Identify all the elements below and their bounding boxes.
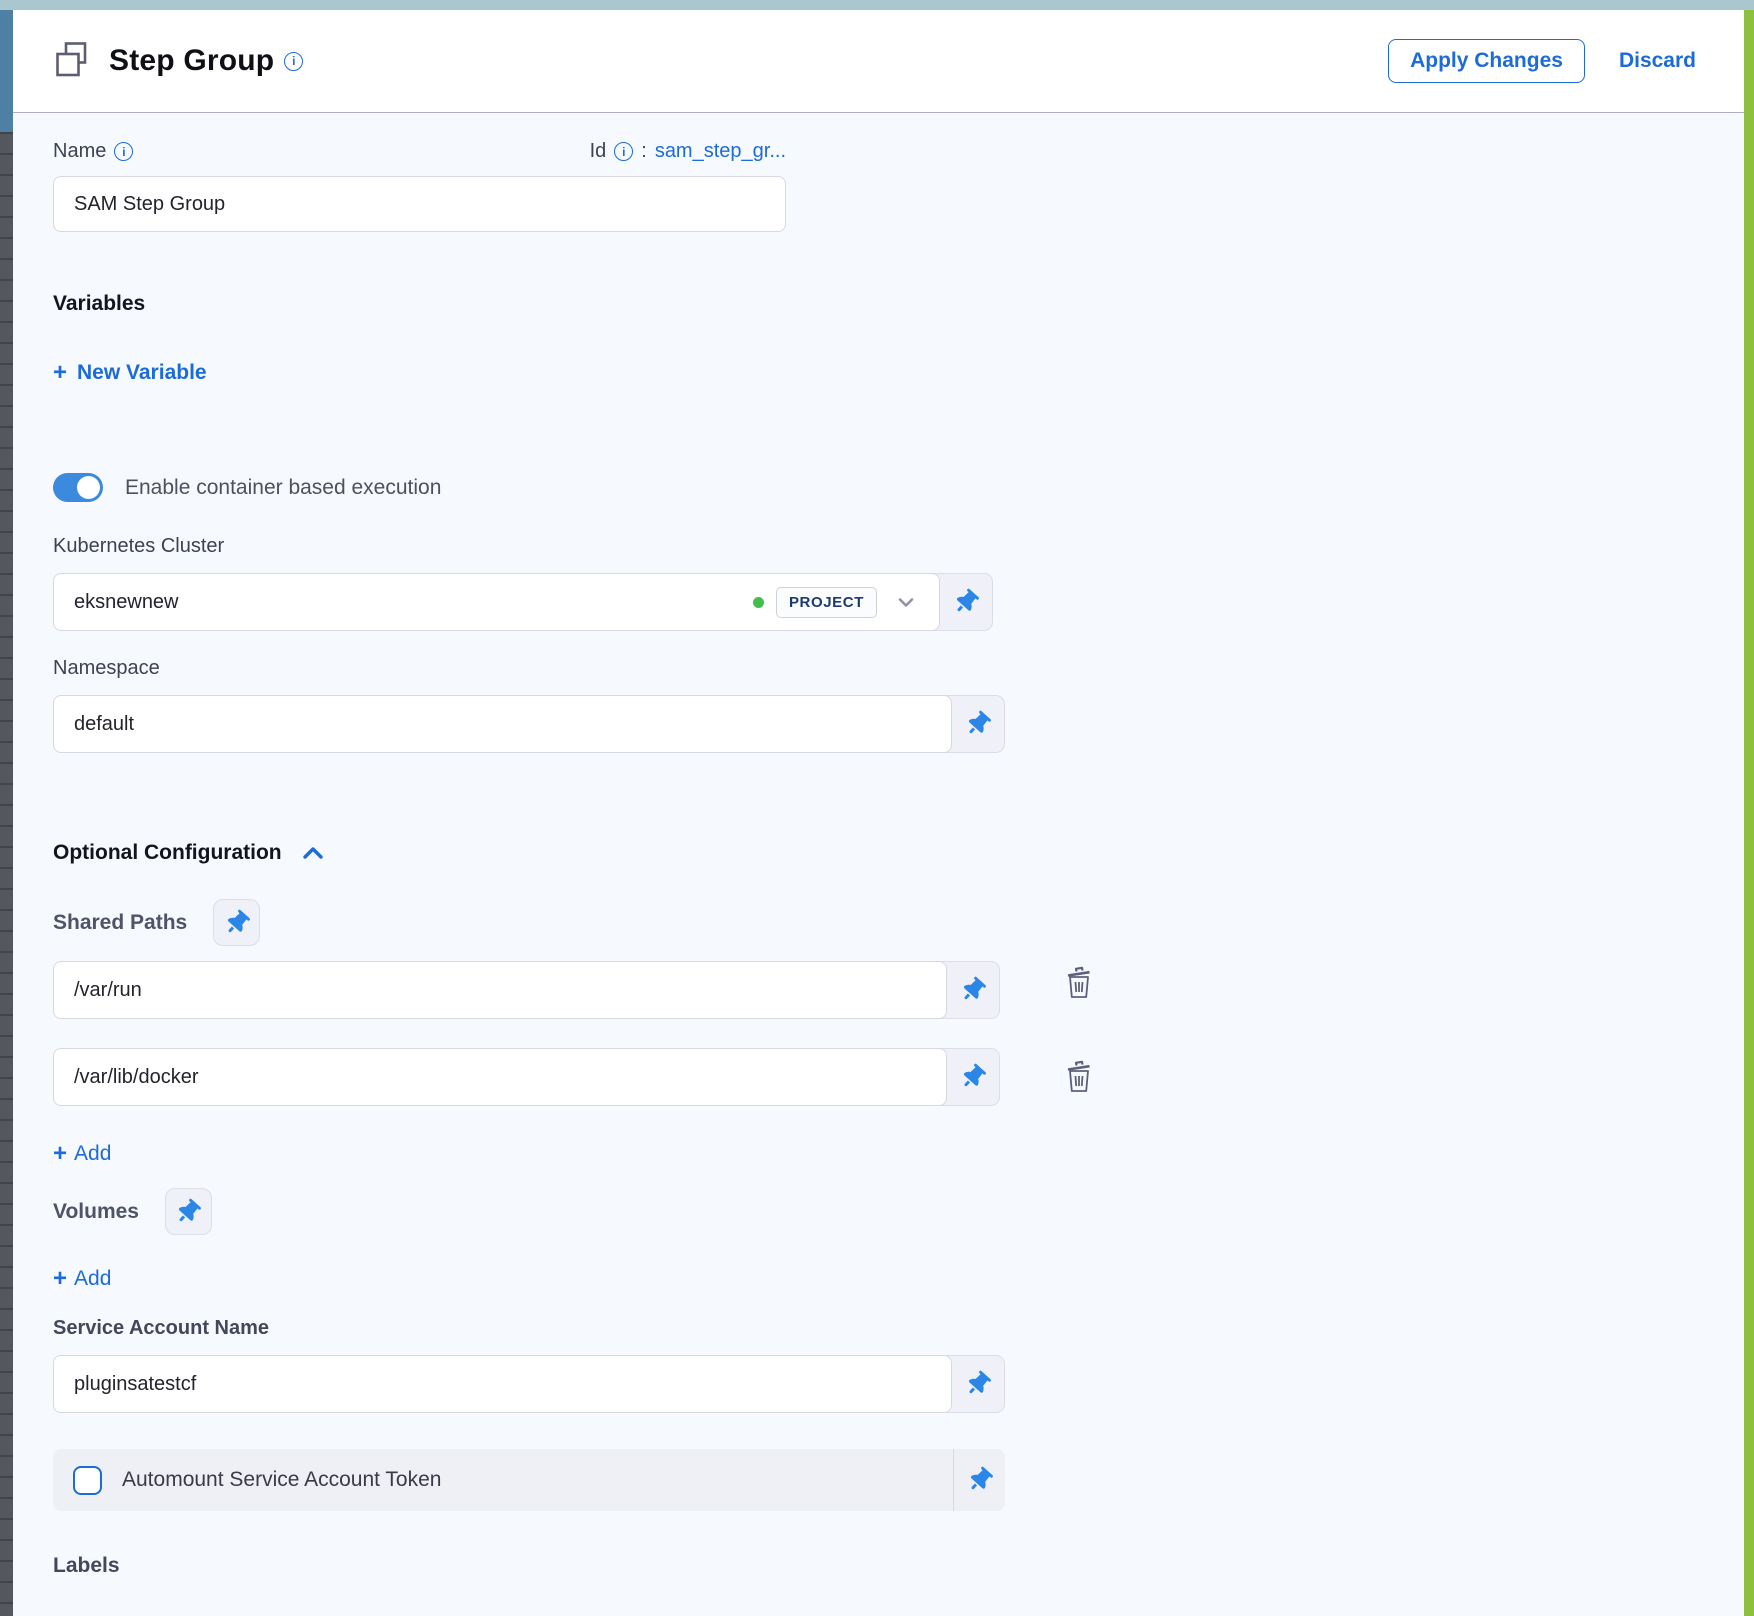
namespace-field [53,695,1005,753]
title-info-icon[interactable]: i [284,52,303,71]
window-top-bar [0,0,1754,10]
pin-icon [963,1463,997,1497]
optional-configuration-toggle[interactable]: Optional Configuration [53,840,326,866]
shared-path-input[interactable] [54,962,946,1018]
new-variable-button[interactable]: + New Variable [53,361,207,385]
volumes-label: Volumes [53,1200,139,1224]
kubernetes-cluster-select[interactable]: PROJECT [53,573,940,631]
pin-icon [172,1195,206,1229]
service-account-input[interactable] [54,1356,951,1412]
pin-icon [956,1060,990,1094]
automount-token-bar: Automount Service Account Token [53,1449,1005,1511]
pin-icon [961,707,995,741]
apply-changes-button[interactable]: Apply Changes [1388,39,1585,83]
shared-paths-pin-button[interactable] [213,899,260,946]
optional-configuration-heading: Optional Configuration [53,841,282,865]
kubernetes-cluster-pin-button[interactable] [940,574,992,630]
automount-pin-button[interactable] [953,1449,1005,1511]
kubernetes-cluster-input[interactable] [54,574,753,630]
shared-path-pin-button[interactable] [947,962,999,1018]
panel-header: Step Group i Apply Changes Discard [13,10,1744,113]
plus-icon: + [53,1267,67,1291]
page-title: Step Group [109,44,274,78]
id-group: Id i : sam_step_gr... [590,140,786,163]
add-label: Add [74,1142,111,1166]
shared-path-field [53,961,1000,1019]
service-account-label: Service Account Name [53,1317,1744,1340]
namespace-pin-button[interactable] [952,696,1004,752]
name-info-icon[interactable]: i [114,142,133,161]
delete-shared-path-button[interactable] [1062,964,1096,1002]
new-variable-label: New Variable [77,361,207,385]
kubernetes-cluster-label: Kubernetes Cluster [53,535,1744,558]
pin-icon [220,906,254,940]
chevron-down-icon[interactable] [895,591,917,613]
left-edge-strip-bottom [0,132,13,1616]
id-label: Id [590,140,607,163]
name-label-group: Name i [53,140,133,163]
add-volume-button[interactable]: + Add [53,1267,111,1291]
service-account-pin-button[interactable] [952,1356,1004,1412]
add-label: Add [74,1267,111,1291]
shared-path-input-wrap [53,961,947,1019]
toggle-knob [77,476,100,499]
name-id-row: Name i Id i : sam_step_gr... [53,140,786,163]
namespace-input-wrap [53,695,952,753]
container-execution-label: Enable container based execution [125,476,441,500]
automount-checkbox-row: Automount Service Account Token [53,1466,953,1495]
id-info-icon[interactable]: i [614,142,633,161]
shared-path-input-wrap [53,1048,947,1106]
delete-shared-path-button[interactable] [1062,1058,1096,1096]
variables-heading: Variables [53,292,1744,316]
pin-icon [949,585,983,619]
plus-icon: + [53,1142,67,1166]
service-account-field [53,1355,1005,1413]
container-execution-row: Enable container based execution [53,473,1744,502]
id-value-link[interactable]: sam_step_gr... [655,140,786,163]
name-input-wrap [53,176,786,232]
id-colon: : [641,140,647,163]
shared-path-input[interactable] [54,1049,946,1105]
step-group-panel: Step Group i Apply Changes Discard Name … [13,10,1744,1616]
cluster-adornments: PROJECT [753,587,939,618]
namespace-label: Namespace [53,657,1744,680]
pin-icon [956,973,990,1007]
shared-path-row [53,946,1744,1019]
chevron-up-icon[interactable] [300,840,326,866]
shared-path-row [53,1048,1744,1106]
plus-icon: + [53,361,67,385]
step-group-icon [55,41,95,81]
service-account-input-wrap [53,1355,952,1413]
volumes-row: Volumes [53,1188,1744,1235]
shared-paths-label: Shared Paths [53,911,187,935]
volumes-pin-button[interactable] [165,1188,212,1235]
discard-button[interactable]: Discard [1619,49,1696,73]
shared-paths-row: Shared Paths [53,899,1744,946]
add-shared-path-button[interactable]: + Add [53,1142,111,1166]
automount-checkbox[interactable] [73,1466,102,1495]
kubernetes-cluster-field: PROJECT [53,573,993,631]
shared-path-pin-button[interactable] [947,1049,999,1105]
name-input[interactable] [54,177,785,231]
container-execution-toggle[interactable] [53,473,103,502]
left-edge-strip [0,10,13,1616]
trash-icon [1062,964,1096,1002]
pin-icon [961,1367,995,1401]
labels-label: Labels [53,1554,1744,1578]
trash-icon [1062,1058,1096,1096]
form-content: Name i Id i : sam_step_gr... Variables +… [13,113,1744,1616]
namespace-input[interactable] [54,696,951,752]
left-edge-strip-top [0,10,13,132]
right-edge-strip [1744,10,1754,1616]
shared-path-field [53,1048,1000,1106]
status-dot-icon [753,597,764,608]
scope-badge: PROJECT [776,587,877,618]
name-label: Name [53,140,106,163]
automount-label: Automount Service Account Token [122,1468,441,1492]
